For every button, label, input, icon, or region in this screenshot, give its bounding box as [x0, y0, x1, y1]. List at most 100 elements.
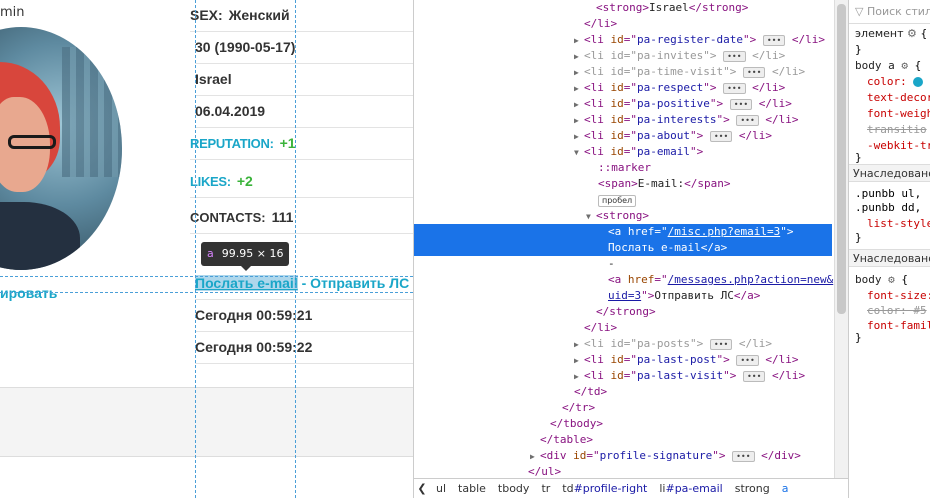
attr-href[interactable]: /messages.php?action=new&: [668, 273, 834, 286]
collapsed-dots[interactable]: •••: [736, 354, 759, 366]
gear-icon[interactable]: ⚙: [888, 273, 895, 286]
dom-line[interactable]: </li>: [414, 16, 832, 32]
dom-line[interactable]: ▶ <li id="pa-posts"> ••• </li>: [414, 336, 832, 352]
dom-line[interactable]: </strong>: [414, 304, 832, 320]
collapsed-dots[interactable]: •••: [732, 450, 755, 462]
expand-icon[interactable]: ▶: [574, 97, 584, 113]
gear-icon[interactable]: ⚙: [901, 59, 908, 72]
dom-line[interactable]: ▶ <li id="pa-last-visit"> ••• </li>: [414, 368, 832, 384]
dom-line[interactable]: ▶ <li id="pa-positive"> ••• </li>: [414, 96, 832, 112]
dom-line[interactable]: ▶ <li id="pa-about"> ••• </li>: [414, 128, 832, 144]
collapsed-dots[interactable]: •••: [723, 82, 746, 94]
crumb-ul[interactable]: ul: [436, 482, 446, 495]
dom-line-selected[interactable]: <a href="/misc.php?email=3">: [414, 224, 832, 240]
dom-line[interactable]: ▶ <li id="pa-time-visit"> ••• </li>: [414, 64, 832, 80]
dom-line[interactable]: <span>E-mail:</span>: [414, 176, 832, 192]
dom-line[interactable]: ▶ <li id="pa-respect"> ••• </li>: [414, 80, 832, 96]
prop-font-weight[interactable]: font-weigh: [867, 106, 930, 122]
collapsed-dots[interactable]: •••: [723, 50, 746, 62]
prop-list-style[interactable]: list-style: [867, 216, 930, 232]
attr-id: pa-interests: [637, 113, 717, 126]
dom-line[interactable]: ▶ <div id="profile-signature"> ••• </div>: [414, 448, 832, 464]
expand-icon[interactable]: ▶: [574, 81, 584, 97]
dom-line[interactable]: ▶ <li id="pa-interests"> ••• </li>: [414, 112, 832, 128]
dom-line[interactable]: ▼ <strong>: [414, 208, 832, 224]
prop-font-family[interactable]: font-famil: [867, 318, 930, 334]
edit-link[interactable]: ировать: [0, 285, 57, 301]
dom-line[interactable]: </li>: [414, 320, 832, 336]
dom-line[interactable]: -: [414, 256, 832, 272]
collapsed-dots[interactable]: •••: [709, 130, 733, 142]
dom-line[interactable]: <a href="/messages.php?action=new&: [414, 272, 834, 288]
crumb-tbody[interactable]: tbody: [498, 482, 530, 495]
tag-open: <strong>: [596, 1, 649, 14]
dom-line[interactable]: пробел: [414, 192, 832, 208]
likes-value[interactable]: +2: [237, 173, 253, 189]
expand-icon[interactable]: ▶: [574, 113, 584, 129]
dom-line[interactable]: ::marker: [414, 160, 832, 176]
reputation-value[interactable]: +1: [280, 135, 296, 151]
row-email: Послать e-mail - Отправить ЛС: [195, 268, 413, 300]
collapsed-dots[interactable]: •••: [762, 34, 786, 46]
dom-line[interactable]: ▼ <li id="pa-email">: [414, 144, 832, 160]
collapsed-dots[interactable]: •••: [729, 98, 753, 110]
body-rule[interactable]: body ⚙ {: [855, 272, 908, 288]
attr-href[interactable]: /misc.php?email=3: [668, 225, 781, 238]
tag-close: </table>: [540, 433, 593, 446]
prop-transition[interactable]: transitio: [867, 122, 927, 138]
expand-icon[interactable]: ▶: [574, 129, 584, 145]
expand-icon[interactable]: ▶: [574, 49, 584, 65]
expand-icon[interactable]: ▶: [574, 353, 584, 369]
crumb-tr[interactable]: tr: [541, 482, 550, 495]
dom-tree-scrollbar[interactable]: [834, 0, 848, 478]
crumb-a[interactable]: a: [782, 482, 789, 495]
collapsed-dots[interactable]: •••: [709, 338, 733, 350]
punbb-selector-2[interactable]: .punbb dd, .p: [855, 200, 930, 216]
avatar-background: [62, 47, 122, 177]
expand-icon[interactable]: ▶: [574, 33, 584, 49]
crumb-strong[interactable]: strong: [735, 482, 770, 495]
breadcrumb-left-arrow-icon[interactable]: ❮: [414, 479, 430, 498]
expand-icon[interactable]: ▶: [574, 369, 584, 385]
element-rule[interactable]: элемент ⚙ {: [855, 26, 927, 42]
collapse-icon[interactable]: ▼: [586, 209, 596, 225]
crumb-td[interactable]: td#profile-right: [562, 482, 647, 495]
prop-color[interactable]: color:: [867, 74, 924, 90]
marker-pseudo: ::marker: [598, 161, 651, 174]
guide-line-top: [0, 276, 413, 277]
prop-font-size[interactable]: font-size:: [867, 288, 930, 304]
expand-icon[interactable]: ▶: [574, 337, 584, 353]
styles-filter-input[interactable]: ▽ Поиск стил: [849, 0, 930, 24]
collapsed-dots[interactable]: •••: [736, 114, 759, 126]
color-swatch[interactable]: [913, 77, 924, 87]
prop-webkit-transition[interactable]: -webkit-tr: [867, 138, 930, 154]
dom-line[interactable]: <strong>Israel</strong>: [414, 0, 832, 16]
collapsed-dots[interactable]: •••: [742, 370, 766, 382]
scrollbar-thumb[interactable]: [837, 4, 846, 314]
prop-text-decoration[interactable]: text-decor: [867, 90, 930, 106]
gear-icon[interactable]: ⚙: [907, 27, 917, 40]
attr-href-cont[interactable]: uid=3: [608, 289, 641, 302]
dom-line[interactable]: uid=3">Отправить ЛС</a>: [414, 288, 832, 304]
dom-line[interactable]: </td>: [414, 384, 832, 400]
whitespace-badge[interactable]: пробел: [598, 195, 637, 207]
prop-color-struck[interactable]: color: #5: [867, 303, 927, 319]
collapsed-dots[interactable]: •••: [742, 66, 766, 78]
dom-line[interactable]: </ul>: [414, 464, 832, 478]
dom-line-selected[interactable]: Послать e-mail</a>: [414, 240, 832, 256]
body-a-rule[interactable]: body a ⚙ {: [855, 58, 921, 74]
dom-line[interactable]: ▶ <li id="pa-last-post"> ••• </li>: [414, 352, 832, 368]
collapse-icon[interactable]: ▼: [574, 145, 584, 161]
dom-line[interactable]: </table>: [414, 432, 832, 448]
dom-line[interactable]: </tr>: [414, 400, 832, 416]
dom-line[interactable]: </tbody>: [414, 416, 832, 432]
expand-icon[interactable]: ▶: [574, 65, 584, 81]
expand-icon[interactable]: ▶: [530, 449, 540, 465]
crumb-table[interactable]: table: [458, 482, 486, 495]
dom-line[interactable]: ▶ <li id="pa-register-date"> ••• </li>: [414, 32, 832, 48]
send-pm-link[interactable]: Отправить ЛС: [310, 275, 409, 291]
screen: min SEX: Женский 30 (1990-05-17) Israel 0…: [0, 0, 930, 498]
dom-line[interactable]: ▶ <li id="pa-invites"> ••• </li>: [414, 48, 832, 64]
send-email-link[interactable]: Послать e-mail: [195, 275, 298, 291]
crumb-li[interactable]: li#pa-email: [659, 482, 722, 495]
